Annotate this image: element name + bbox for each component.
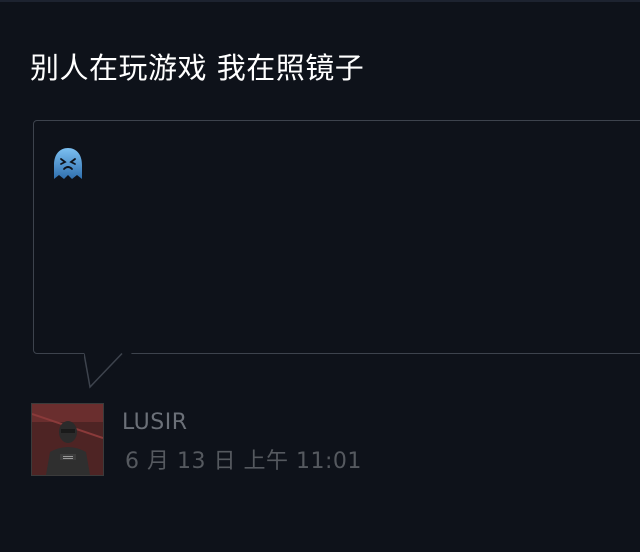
- top-divider: [0, 0, 640, 2]
- bubble-tail: [84, 353, 132, 389]
- avatar-figure: [32, 404, 103, 475]
- author-name[interactable]: LUSIR: [122, 409, 188, 437]
- post-content-bubble: [33, 120, 640, 354]
- post-title: 别人在玩游戏 我在照镜子: [30, 51, 365, 85]
- post-timestamp: 6 月 13 日 上午 11:01: [125, 449, 362, 474]
- ghost-emoticon-icon: [54, 148, 82, 179]
- author-avatar[interactable]: [31, 403, 104, 476]
